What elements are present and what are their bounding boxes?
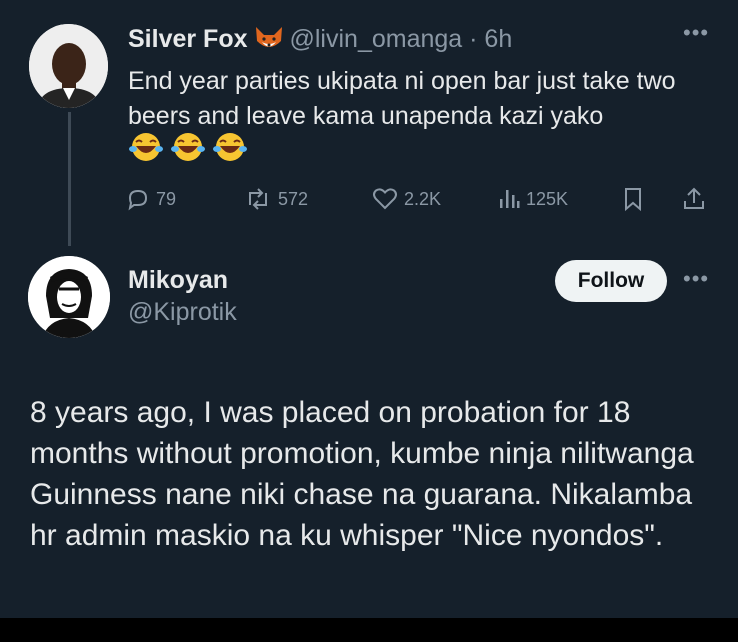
repost-button[interactable]: 572 (244, 182, 308, 216)
reply-count: 79 (156, 188, 177, 209)
avatar[interactable] (29, 24, 108, 108)
more-dots-icon[interactable]: ••• (683, 22, 709, 44)
views-count: 125K (526, 188, 569, 209)
avatar[interactable] (28, 256, 110, 338)
handle[interactable]: @Kiprotik (128, 295, 237, 329)
more-dots-icon[interactable]: ••• (683, 268, 709, 290)
author-block: Mikoyan @Kiprotik (128, 265, 237, 329)
laughing-emoji-icon (212, 132, 248, 167)
bookmark-button[interactable] (622, 182, 644, 216)
views-icon (498, 187, 520, 211)
share-icon (682, 186, 706, 212)
tweet-frame: Silver Fox @livin_omanga · 6h ••• End ye… (0, 0, 738, 618)
reply-icon (126, 187, 150, 211)
thread-line (68, 112, 71, 246)
repost-count: 572 (278, 188, 309, 209)
emoji-row (128, 132, 248, 167)
follow-button[interactable]: Follow (555, 260, 667, 302)
handle-and-time[interactable]: @livin_omanga · 6h (290, 25, 513, 54)
display-name[interactable]: Mikoyan (128, 265, 237, 295)
views-button[interactable]: 125K (498, 182, 568, 216)
share-button[interactable] (682, 182, 706, 216)
heart-icon (372, 187, 398, 211)
tweet-header: Silver Fox @livin_omanga · 6h (128, 22, 512, 56)
laughing-emoji-icon (128, 132, 164, 167)
like-button[interactable]: 2.2K (372, 182, 441, 216)
tweet-actions: 79 572 2.2K 125K (126, 182, 716, 216)
display-name[interactable]: Silver Fox (128, 25, 248, 54)
laughing-emoji-icon (170, 132, 206, 167)
like-count: 2.2K (404, 188, 442, 209)
bookmark-icon (622, 186, 644, 212)
reply-button[interactable]: 79 (126, 182, 176, 216)
fox-emoji-icon (254, 25, 284, 53)
tweet-text: End year parties ukipata ni open bar jus… (128, 67, 676, 130)
repost-icon (244, 187, 272, 211)
tweet-text: 8 years ago, I was placed on probation f… (30, 396, 694, 552)
